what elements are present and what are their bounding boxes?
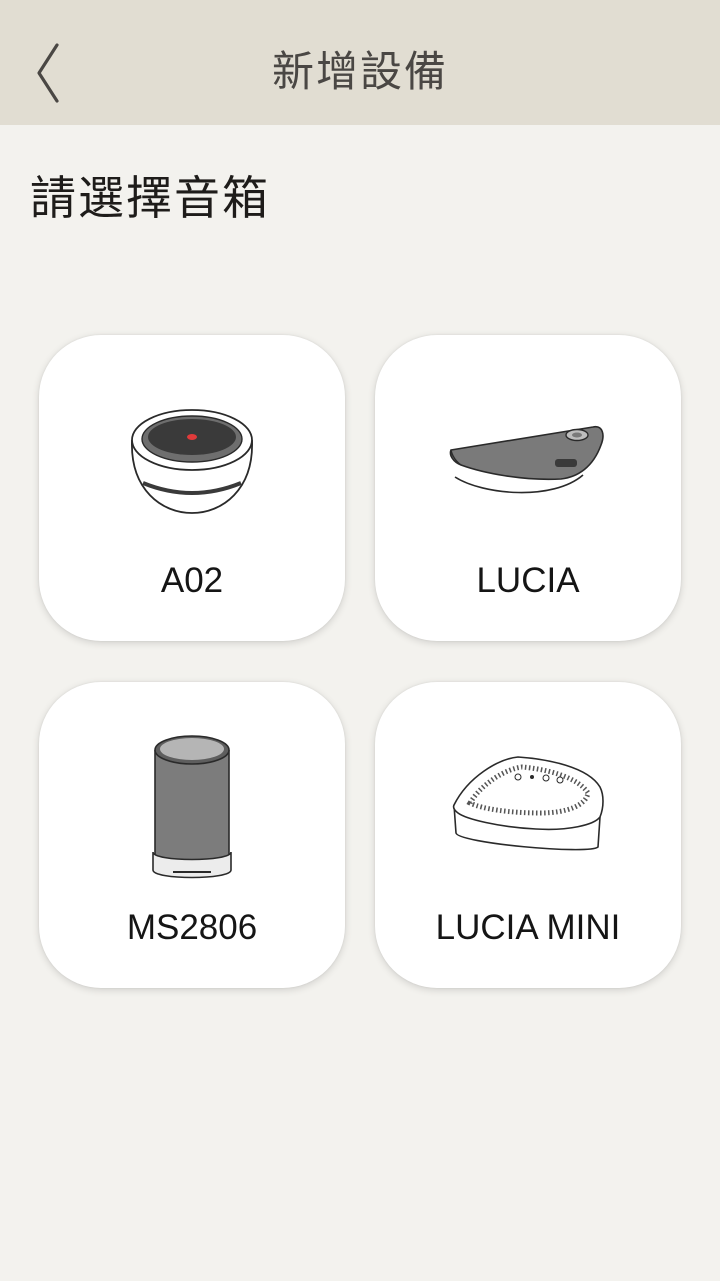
page-title: 新增設備 xyxy=(271,47,448,96)
device-card-lucia-mini[interactable]: LUCIA MINI xyxy=(375,682,681,988)
cylinder-speaker-icon xyxy=(39,732,345,882)
device-card-a02[interactable]: A02 xyxy=(39,335,345,641)
round-speaker-icon xyxy=(39,385,345,535)
top-bar: 新增設備 xyxy=(0,0,720,125)
device-label-lucia: LUCIA xyxy=(476,561,580,600)
device-label-ms2806: MS2806 xyxy=(126,908,258,947)
device-label-lucia-mini: LUCIA MINI xyxy=(435,908,621,947)
device-card-lucia[interactable]: LUCIA xyxy=(375,335,681,641)
device-card-ms2806[interactable]: MS2806 xyxy=(39,682,345,988)
device-label-a02: A02 xyxy=(160,561,224,600)
wedge-speaker-icon xyxy=(375,385,681,535)
section-heading: 請選擇音箱 xyxy=(30,171,270,225)
square-speaker-icon xyxy=(375,732,681,882)
